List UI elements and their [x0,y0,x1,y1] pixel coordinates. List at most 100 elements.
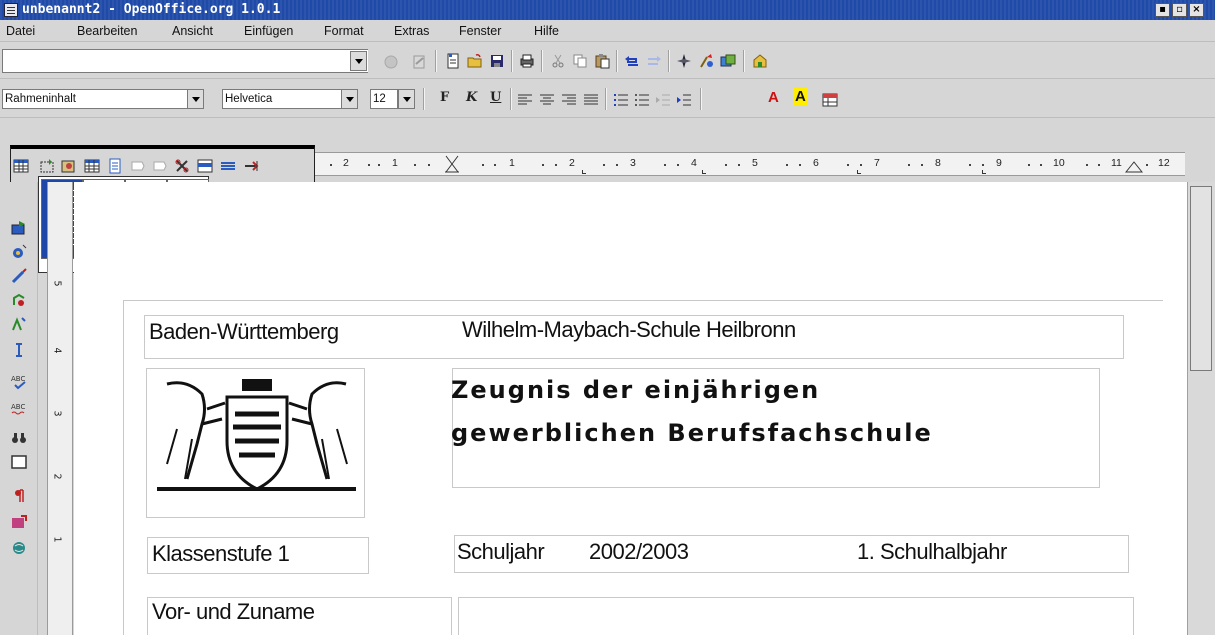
bold-button[interactable]: F [440,90,449,105]
highlight-button[interactable]: A [793,88,808,105]
certificate-title-line2: gewerblichen Berufsfachschule [451,419,933,447]
online-layout-icon[interactable] [11,540,27,556]
close-button[interactable]: × [1189,3,1204,17]
url-dropdown-button[interactable] [350,51,367,71]
name-field[interactable] [458,597,1134,635]
insert-objects-icon[interactable] [11,244,27,260]
horizontal-ruler[interactable]: 2 1 1 2 3 4 5 6 7 8 9 10 11 12 [312,152,1185,176]
autospellcheck-icon[interactable]: ABC [11,400,27,416]
maximize-button[interactable]: ▫ [1172,3,1187,17]
insert-footnote-icon[interactable] [130,158,146,174]
title-bar[interactable]: unbenannt2 - OpenOffice.org 1.0.1 ▪ ▫ × [0,0,1215,20]
menu-hilfe[interactable]: Hilfe [534,24,559,38]
half-year: 1. Schulhalbjahr [857,539,1007,564]
menu-bearbeiten[interactable]: Bearbeiten [77,24,137,38]
menu-fenster[interactable]: Fenster [459,24,501,38]
function-bar [0,43,1215,79]
font-name-dropdown-button[interactable] [341,89,358,109]
insert-document-icon[interactable] [107,158,123,174]
save-icon[interactable] [489,53,505,69]
insert-spreadsheet-icon[interactable] [84,158,100,174]
vertical-ruler-label: 1 [51,536,63,543]
web-layout-icon[interactable] [11,514,27,530]
edit-file-icon[interactable] [411,54,427,70]
document-page[interactable]: Baden-Württemberg Wilhelm-Maybach-Schule… [123,300,1163,635]
bullets-icon[interactable] [634,92,650,108]
formatting-marks-icon[interactable] [11,488,27,504]
vertical-ruler[interactable]: 5 4 3 2 1 [47,182,73,635]
insert-paragraph-icon[interactable] [243,158,259,174]
increase-indent-icon[interactable] [676,92,692,108]
ruler-label: 2 [343,157,349,169]
paste-icon[interactable] [594,53,610,69]
align-center-icon[interactable] [539,92,555,108]
font-name-select[interactable]: Helvetica [222,89,342,109]
open-icon[interactable] [467,53,483,69]
menu-extras[interactable]: Extras [394,24,429,38]
url-input[interactable] [2,49,368,73]
menu-ansicht[interactable]: Ansicht [172,24,213,38]
spellcheck-icon[interactable]: ABC [11,374,27,390]
ruler-label: 9 [996,157,1002,169]
insert-frame-icon[interactable] [39,158,55,174]
italic-button[interactable]: K [466,90,477,105]
vertical-ruler-label: 3 [51,410,63,417]
numbering-icon[interactable] [613,92,629,108]
school-year-frame[interactable] [454,535,1129,573]
ruler-label: 3 [630,157,636,169]
text-cursor-icon[interactable] [11,342,27,358]
grade-level: Klassenstufe 1 [152,541,290,566]
stylist-icon[interactable] [698,53,714,69]
align-justify-icon[interactable] [583,92,599,108]
print-icon[interactable] [519,53,535,69]
vertical-scrollbar[interactable] [1187,182,1215,635]
paragraph-style-dropdown-button[interactable] [187,89,204,109]
decrease-indent-icon[interactable] [655,92,671,108]
background-color-icon[interactable] [822,92,838,108]
paragraph-style-select[interactable]: Rahmeninhalt [2,89,188,109]
menu-format[interactable]: Format [324,24,364,38]
insert-graphics-icon[interactable] [61,158,77,174]
gallery-icon[interactable] [720,53,736,69]
data-sources-icon[interactable] [752,53,768,69]
minimize-button[interactable]: ▪ [1155,3,1170,17]
toolbar-separator [605,88,607,110]
copy-icon[interactable] [572,53,588,69]
undo-icon[interactable] [624,53,640,69]
find-replace-icon[interactable] [11,430,27,446]
insert-icon[interactable] [11,220,27,236]
ruler-label: 4 [691,157,697,169]
align-right-icon[interactable] [561,92,577,108]
form-functions-icon[interactable] [11,292,27,308]
scrollbar-thumb[interactable] [1190,186,1212,371]
font-color-button[interactable]: A [768,89,779,106]
data-sources-panel-icon[interactable] [11,454,27,470]
vertical-ruler-label: 2 [51,473,63,480]
navigator-icon[interactable] [676,53,692,69]
insert-section-icon[interactable] [197,158,213,174]
insert-horizontal-line-icon[interactable] [220,158,236,174]
coat-of-arms-frame[interactable] [146,368,365,518]
stop-load-icon[interactable] [383,54,399,70]
app-window-icon[interactable] [4,3,18,17]
font-size-select[interactable]: 12 [370,89,398,109]
menu-einfuegen[interactable]: Einfügen [244,24,293,38]
show-draw-functions-icon[interactable] [11,268,27,284]
cut-icon[interactable] [550,53,566,69]
ruler-indent-marker-icon[interactable] [445,155,459,173]
font-size-dropdown-button[interactable] [398,89,415,109]
menu-datei[interactable]: Datei [6,24,35,38]
vertical-ruler-label: 4 [51,347,63,354]
insert-table-icon[interactable] [13,158,29,174]
ruler-right-indent-icon[interactable] [1125,159,1143,173]
redo-icon[interactable] [646,53,662,69]
menu-bar: Datei Bearbeiten Ansicht Einfügen Format… [0,20,1215,42]
edit-autotext-icon[interactable] [11,316,27,332]
openoffice-window: unbenannt2 - OpenOffice.org 1.0.1 ▪ ▫ × … [0,0,1215,635]
insert-fields-icon[interactable] [174,158,190,174]
insert-endnote-icon[interactable] [152,158,168,174]
align-left-icon[interactable] [517,92,533,108]
vertical-ruler-label: 5 [51,280,63,287]
underline-button[interactable]: U [490,90,501,105]
new-document-icon[interactable] [445,53,461,69]
